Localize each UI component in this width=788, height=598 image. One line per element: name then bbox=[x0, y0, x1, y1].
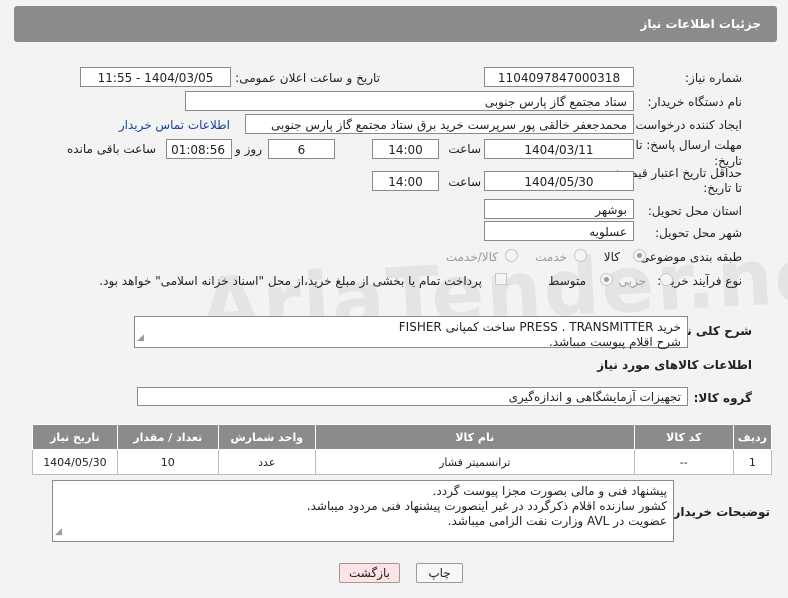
process-radio-medium[interactable] bbox=[600, 273, 613, 286]
description-textarea[interactable]: خرید PRESS . TRANSMITTER ساخت کمپانی FIS… bbox=[134, 316, 688, 349]
print-button[interactable]: چاپ bbox=[416, 563, 463, 583]
col-header-need-date: تاریخ نیاز bbox=[32, 424, 118, 450]
reply-deadline-label: مهلت ارسال پاسخ: تا bbox=[635, 138, 742, 152]
col-header-unit: واحد شمارش bbox=[217, 424, 316, 450]
buyer-notes-line-3: عضویت در AVL وزارت نفت الزامی میباشد. bbox=[447, 514, 667, 528]
cell-unit: عدد bbox=[217, 449, 316, 475]
remaining-time-field: 01:08:56 bbox=[166, 139, 232, 159]
cell-need-date: 1404/05/30 bbox=[32, 449, 118, 475]
days-field: 6 bbox=[268, 139, 335, 159]
process-option-minor: جزیی bbox=[618, 274, 646, 288]
panel-title: جزئیات اطلاعات نیاز bbox=[640, 17, 761, 31]
days-label: روز و bbox=[235, 142, 262, 156]
payment-note: پرداخت تمام یا بخشی از مبلغ خرید،از محل … bbox=[99, 274, 482, 288]
col-header-row: ردیف bbox=[732, 424, 773, 450]
buyer-org-label: نام دستگاه خریدار: bbox=[647, 95, 743, 109]
category-option-goods-service: کالا/خدمت bbox=[445, 250, 498, 264]
items-table: ردیف کد کالا نام کالا واحد شمارش تعداد /… bbox=[32, 424, 773, 475]
validity-time-field: 14:00 bbox=[372, 171, 439, 191]
category-radio-goods-service[interactable] bbox=[505, 249, 518, 262]
requester-field: محمدجعفر خالقی پور سرپرست خرید برق ستاد … bbox=[245, 114, 634, 134]
buyer-notes-label: توضیحات خریدار: bbox=[668, 505, 770, 519]
col-header-name: نام کالا bbox=[314, 424, 635, 450]
goods-group-label: گروه کالا: bbox=[693, 391, 752, 405]
cell-row: 1 bbox=[732, 449, 773, 475]
reply-date-field: 1404/03/11 bbox=[484, 139, 634, 159]
province-label: استان محل تحویل: bbox=[647, 204, 742, 218]
cell-quantity: 10 bbox=[116, 449, 219, 475]
announce-field: 1404/03/05 - 11:55 bbox=[80, 67, 231, 87]
province-field: بوشهر bbox=[484, 199, 634, 219]
col-header-quantity: تعداد / مقدار bbox=[116, 424, 219, 450]
requester-label: ایجاد کننده درخواست: bbox=[631, 118, 742, 132]
buyer-notes-textarea[interactable]: پیشنهاد فنی و مالی بصورت مجزا پیوست گردد… bbox=[52, 480, 674, 542]
description-line-1: خرید PRESS . TRANSMITTER ساخت کمپانی FIS… bbox=[398, 320, 681, 334]
cell-code: -- bbox=[633, 449, 734, 475]
resize-grip-icon[interactable]: ◢ bbox=[137, 331, 144, 346]
validity-time-label: ساعت bbox=[448, 175, 481, 189]
table-row: 1 -- ترانسمیتر فشار عدد 10 1404/05/30 bbox=[32, 449, 773, 475]
buyer-org-field: ستاد مجتمع گاز پارس جنوبی bbox=[185, 91, 634, 111]
description-line-2: شرح اقلام پیوست میباشد. bbox=[548, 335, 681, 349]
goods-section-title: اطلاعات کالاهای مورد نیاز bbox=[597, 358, 752, 372]
reply-time-field: 14:00 bbox=[372, 139, 439, 159]
goods-group-field: تجهیزات آزمایشگاهی و اندازه‌گیری bbox=[137, 387, 688, 406]
treasury-checkbox[interactable] bbox=[495, 273, 507, 285]
min-validity-label-2: تا تاریخ: bbox=[703, 181, 742, 195]
category-option-service: خدمت bbox=[535, 250, 567, 264]
col-header-code: کد کالا bbox=[633, 424, 734, 450]
category-radio-goods[interactable] bbox=[633, 249, 646, 262]
city-label: شهر محل تحویل: bbox=[655, 226, 742, 240]
buyer-contact-link[interactable]: اطلاعات تماس خریدار bbox=[119, 118, 230, 132]
reply-time-label: ساعت bbox=[448, 142, 481, 156]
need-number-label: شماره نیاز: bbox=[685, 71, 742, 85]
validity-date-field: 1404/05/30 bbox=[484, 171, 634, 191]
process-option-medium: متوسط bbox=[548, 274, 586, 288]
category-radio-service[interactable] bbox=[574, 249, 587, 262]
need-number-field: 1104097847000318 bbox=[484, 67, 634, 87]
city-field: عسلویه bbox=[484, 221, 634, 241]
resize-grip-icon[interactable]: ◢ bbox=[55, 525, 62, 540]
buyer-notes-line-2: کشور سازنده اقلام ذکرگردد در غیر اینصورت… bbox=[306, 499, 667, 513]
cell-name: ترانسمیتر فشار bbox=[314, 449, 635, 475]
panel-header: جزئیات اطلاعات نیاز bbox=[14, 6, 777, 42]
process-radio-minor[interactable] bbox=[660, 273, 673, 286]
back-button[interactable]: بازگشت bbox=[339, 563, 400, 583]
announce-label: تاریخ و ساعت اعلان عمومی: bbox=[235, 71, 380, 85]
category-label: طبقه بندی موضوعی: bbox=[635, 250, 742, 264]
min-validity-label: حداقل تاریخ اعتبار قیمت: bbox=[615, 166, 742, 180]
category-option-goods: کالا bbox=[603, 250, 620, 264]
buyer-notes-line-1: پیشنهاد فنی و مالی بصورت مجزا پیوست گردد… bbox=[432, 484, 667, 498]
remaining-label: ساعت باقی مانده bbox=[66, 142, 156, 156]
